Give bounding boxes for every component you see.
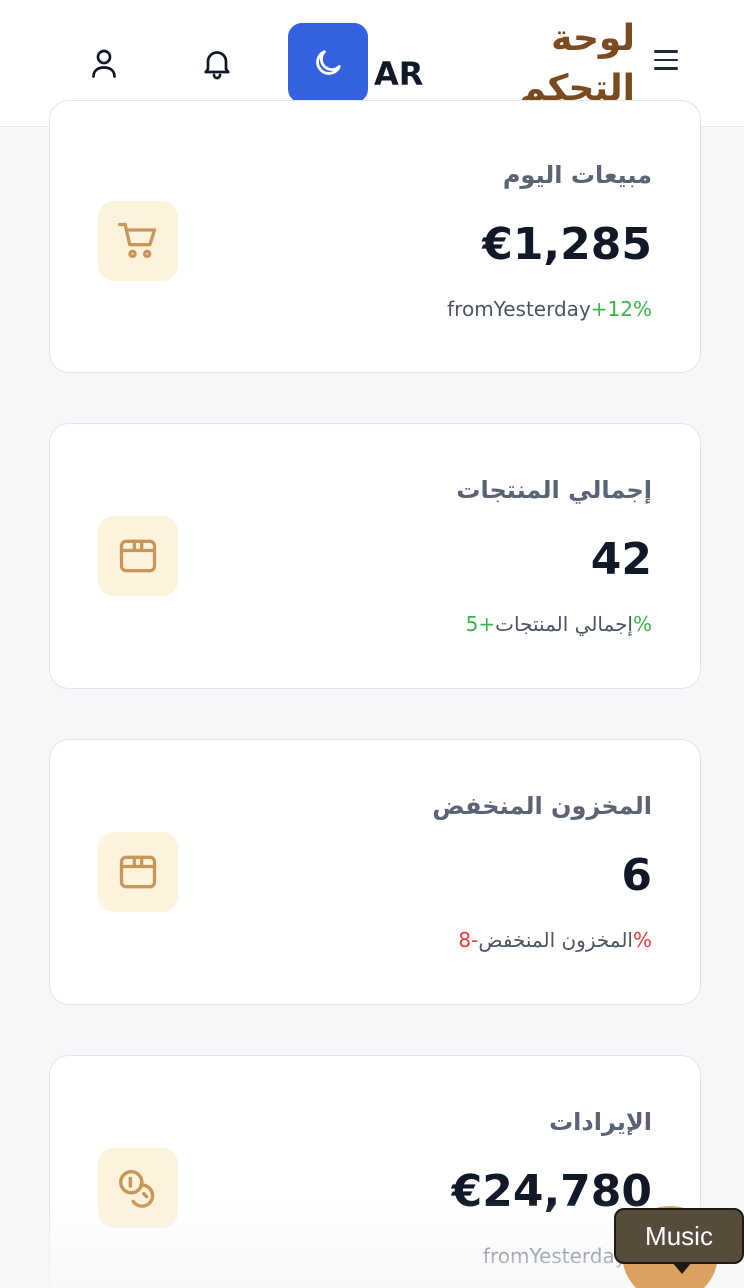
card-delta: المخزون المنخفض-8%: [458, 928, 652, 952]
card-label: إجمالي المنتجات: [456, 476, 652, 504]
card-delta: إجمالي المنتجات+5%: [466, 612, 652, 636]
icon-box: [98, 832, 178, 912]
bell-icon: [204, 51, 230, 80]
card-label: المخزون المنخفض: [432, 792, 652, 820]
stat-card-total-products: إجمالي المنتجات 42 إجمالي المنتجات+5%: [49, 423, 701, 689]
card-label: الإيرادات: [549, 1108, 652, 1136]
card-value: 6: [621, 850, 652, 901]
page-title: لوحة التحكم: [519, 18, 635, 109]
theme-toggle-button[interactable]: [288, 23, 368, 103]
delta-text: إجمالي المنتجات: [495, 612, 633, 636]
card-value: €1,285: [482, 219, 652, 270]
delta-text: fromYesterday: [447, 297, 591, 321]
delta-text: المخزون المنخفض: [478, 928, 633, 952]
delta-text: fromYesterday: [482, 1244, 627, 1268]
language-toggle[interactable]: AR: [374, 55, 423, 93]
notifications-button[interactable]: [199, 45, 235, 81]
icon-box: [98, 516, 178, 596]
card-value: 42: [590, 534, 652, 585]
music-tooltip: Music: [614, 1208, 744, 1274]
card-label: مبيعات اليوم: [502, 161, 652, 189]
shopping-cart-icon: [118, 222, 157, 259]
box-icon: [119, 855, 157, 889]
card-delta: fromYesterday+12%: [447, 297, 652, 321]
profile-button[interactable]: [86, 45, 122, 81]
user-icon: [92, 49, 116, 78]
stat-card-low-stock: المخزون المنخفض 6 المخزون المنخفض-8%: [49, 739, 701, 1005]
icon-box: [98, 201, 178, 281]
delta-percent: +12%: [590, 297, 652, 321]
hamburger-menu-icon[interactable]: [650, 50, 682, 78]
box-icon: [119, 539, 157, 573]
stat-card-today-sales: مبيعات اليوم €1,285 fromYesterday+12%: [49, 100, 701, 373]
stat-card-revenue: الإيرادات €24,780 fromYesterday18: [49, 1055, 701, 1288]
moon-icon: [316, 50, 341, 75]
icon-box: [98, 1148, 178, 1228]
coins-icon: [119, 1169, 155, 1208]
